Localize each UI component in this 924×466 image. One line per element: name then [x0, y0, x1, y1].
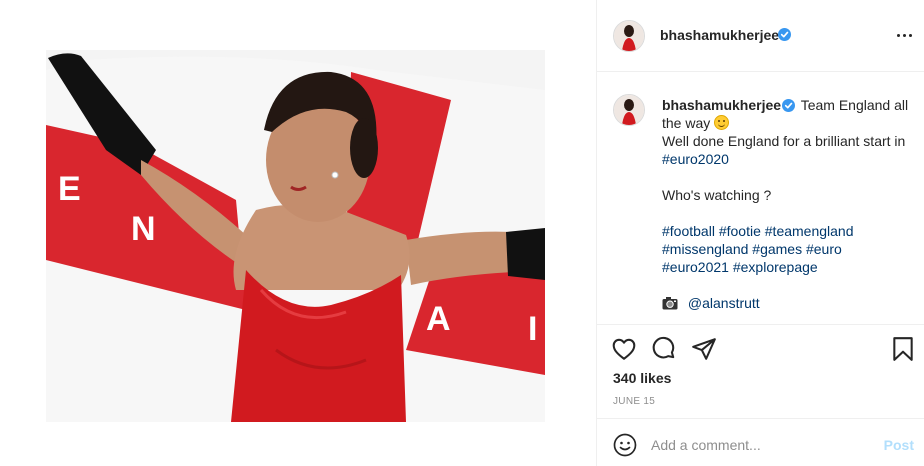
- comment-icon[interactable]: [651, 336, 677, 362]
- hashtag-link[interactable]: #explorepage: [733, 259, 818, 275]
- post-photo-illustration: E N A I: [46, 50, 545, 422]
- post-date[interactable]: JUNE 15: [613, 396, 655, 407]
- smiling-face-emoji-icon: [714, 115, 730, 130]
- camera-icon: [662, 296, 678, 314]
- author-avatar[interactable]: [613, 20, 645, 52]
- hashtag-link[interactable]: #football: [662, 223, 715, 239]
- heart-icon[interactable]: [611, 336, 637, 362]
- post-header: bhashamukherjee: [597, 0, 924, 72]
- svg-text:A: A: [426, 300, 451, 338]
- photo-credit-mention[interactable]: @alanstrutt: [688, 295, 760, 311]
- share-icon[interactable]: [691, 336, 717, 362]
- svg-text:N: N: [131, 210, 156, 248]
- svg-text:E: E: [58, 170, 81, 208]
- post-side-panel: bhashamukherjee bhashamukherjee Team Eng…: [597, 0, 924, 466]
- hashtag-link[interactable]: #games: [752, 241, 802, 257]
- caption-hashtags: #football #footie #teamengland #missengl…: [662, 222, 912, 276]
- bookmark-icon[interactable]: [890, 336, 916, 362]
- caption-credit: @alanstrutt: [662, 294, 912, 314]
- smiley-icon[interactable]: [613, 433, 637, 457]
- comment-input[interactable]: [651, 435, 871, 455]
- caption-text: bhashamukherjee Team England all the way…: [662, 96, 912, 314]
- post-comment-button[interactable]: Post: [884, 437, 914, 453]
- more-options-icon[interactable]: [894, 25, 914, 45]
- caption-first-paragraph: bhashamukherjee Team England all the way…: [662, 96, 912, 168]
- hashtag-link[interactable]: #teamengland: [765, 223, 854, 239]
- author-username[interactable]: bhashamukherjee: [660, 27, 779, 43]
- svg-text:I: I: [528, 310, 537, 348]
- caption-username[interactable]: bhashamukherjee: [662, 97, 781, 113]
- caption-question: Who's watching ?: [662, 187, 772, 203]
- post-actions: 340 likes JUNE 15: [597, 324, 924, 418]
- caption-verified-badge-icon: [782, 99, 796, 112]
- hashtag-link[interactable]: #euro: [806, 241, 842, 257]
- post-caption: bhashamukherjee Team England all the way…: [597, 73, 924, 323]
- post-photo[interactable]: E N A I: [46, 50, 545, 422]
- hashtag-euro2020[interactable]: #euro2020: [662, 151, 729, 167]
- caption-line-2: Well done England for a brilliant start …: [662, 133, 906, 149]
- comment-bar: Post: [597, 418, 924, 466]
- hashtag-link[interactable]: #footie: [719, 223, 761, 239]
- hashtag-link[interactable]: #euro2021: [662, 259, 729, 275]
- caption-author-avatar[interactable]: [613, 94, 645, 126]
- verified-badge-icon: [778, 28, 791, 41]
- media-pane: E N A I: [0, 0, 597, 466]
- likes-count[interactable]: 340 likes: [613, 370, 671, 386]
- hashtag-link[interactable]: #missengland: [662, 241, 748, 257]
